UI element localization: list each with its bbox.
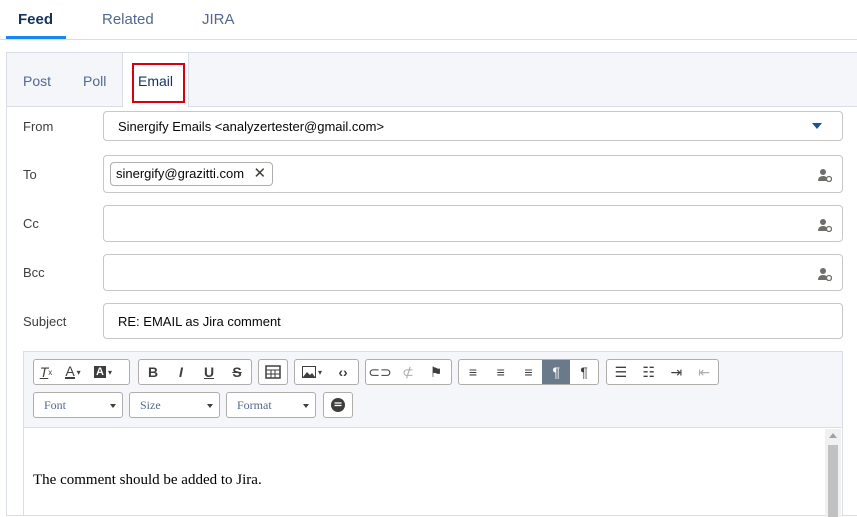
format-select-label: Format: [237, 398, 272, 412]
align-left-icon[interactable]: ≡: [459, 360, 487, 384]
to-field[interactable]: sinergify@grazitti.com ✕: [103, 155, 843, 193]
editor-scrollbar[interactable]: [825, 429, 841, 517]
bold-icon[interactable]: B: [139, 360, 167, 384]
bullet-list-icon[interactable]: ☰: [607, 360, 635, 384]
background-color-icon[interactable]: A ▾: [88, 360, 118, 384]
cc-field[interactable]: [103, 205, 843, 242]
outdent-icon[interactable]: ⇤: [690, 360, 718, 384]
contact-lookup-icon[interactable]: [818, 218, 832, 232]
tab-poll[interactable]: Poll: [83, 73, 106, 89]
size-select-label: Size: [140, 398, 161, 412]
table-group: [258, 359, 288, 385]
strikethrough-icon[interactable]: S: [223, 360, 251, 384]
chevron-down-icon: [812, 123, 822, 129]
scrollbar-thumb[interactable]: [828, 445, 838, 517]
format-select[interactable]: Format: [226, 392, 316, 418]
recipient-pill: sinergify@grazitti.com ✕: [110, 162, 274, 186]
insert-group: ▾ ‹›: [294, 359, 359, 385]
email-tab-highlight: [132, 63, 185, 103]
align-group: ≡ ≡ ≡ ¶ ¶: [458, 359, 599, 385]
from-value: Sinergify Emails <analyzertester@gmail.c…: [118, 119, 385, 134]
cc-label: Cc: [23, 216, 39, 231]
image-icon[interactable]: ▾: [295, 360, 329, 384]
contact-lookup-icon[interactable]: [818, 267, 832, 281]
remove-format-icon[interactable]: Tx: [34, 360, 58, 384]
rtl-icon[interactable]: ¶: [542, 360, 571, 384]
subject-input[interactable]: RE: EMAIL as Jira comment: [103, 303, 843, 339]
rich-text-editor: Tx A ▾ A ▾ B I U S ▾ ‹› ⊂⊃ ⊄ ⚑ ≡ ≡ ≡ ¶ ¶…: [23, 351, 843, 517]
tab-feed[interactable]: Feed: [18, 11, 53, 28]
subject-label: Subject: [23, 314, 67, 329]
tab-post[interactable]: Post: [23, 73, 51, 89]
unlink-icon[interactable]: ⊄: [394, 360, 422, 384]
font-select-label: Font: [44, 398, 67, 412]
record-tabs: Feed Related JIRA: [0, 0, 857, 40]
bcc-field[interactable]: [103, 254, 843, 291]
size-select[interactable]: Size: [129, 392, 220, 418]
editor-toolbar: Tx A ▾ A ▾ B I U S ▾ ‹› ⊂⊃ ⊄ ⚑ ≡ ≡ ≡ ¶ ¶…: [24, 352, 842, 428]
text-color-icon[interactable]: A ▾: [58, 360, 88, 384]
from-select[interactable]: Sinergify Emails <analyzertester@gmail.c…: [103, 111, 843, 141]
text-format-group: Tx A ▾ A ▾: [33, 359, 130, 385]
close-icon[interactable]: ✕: [254, 163, 267, 185]
align-right-icon[interactable]: ≡: [515, 360, 543, 384]
underline-icon[interactable]: U: [195, 360, 223, 384]
text-style-group: B I U S: [138, 359, 252, 385]
emoji-group: [323, 392, 353, 418]
link-group: ⊂⊃ ⊄ ⚑: [365, 359, 452, 385]
numbered-list-icon[interactable]: ☷: [635, 360, 663, 384]
chevron-down-icon: [303, 404, 309, 408]
code-icon[interactable]: ‹›: [329, 360, 357, 384]
publisher-tabs: Post Poll Email: [7, 53, 857, 107]
recipient-pill-label: sinergify@grazitti.com: [116, 166, 245, 181]
ltr-icon[interactable]: ¶: [570, 360, 598, 384]
align-center-icon[interactable]: ≡: [487, 360, 515, 384]
chevron-down-icon: [110, 404, 116, 408]
to-label: To: [23, 167, 37, 182]
active-tab-indicator: [6, 36, 66, 39]
chevron-down-icon: [207, 404, 213, 408]
tab-jira[interactable]: JIRA: [202, 11, 235, 28]
font-select[interactable]: Font: [33, 392, 123, 418]
comment-icon[interactable]: [324, 393, 352, 417]
from-label: From: [23, 119, 54, 134]
indent-icon[interactable]: ⇥: [663, 360, 691, 384]
bcc-label: Bcc: [23, 265, 45, 280]
flag-icon[interactable]: ⚑: [422, 360, 450, 384]
scroll-up-icon[interactable]: [829, 433, 837, 438]
italic-icon[interactable]: I: [167, 360, 195, 384]
contact-lookup-icon[interactable]: [818, 168, 832, 182]
table-icon[interactable]: [259, 360, 287, 384]
list-group: ☰ ☷ ⇥ ⇤: [606, 359, 719, 385]
tab-related[interactable]: Related: [102, 11, 154, 28]
editor-body[interactable]: The comment should be added to Jira.: [33, 472, 262, 489]
link-icon[interactable]: ⊂⊃: [366, 360, 394, 384]
subject-value: RE: EMAIL as Jira comment: [118, 314, 281, 329]
